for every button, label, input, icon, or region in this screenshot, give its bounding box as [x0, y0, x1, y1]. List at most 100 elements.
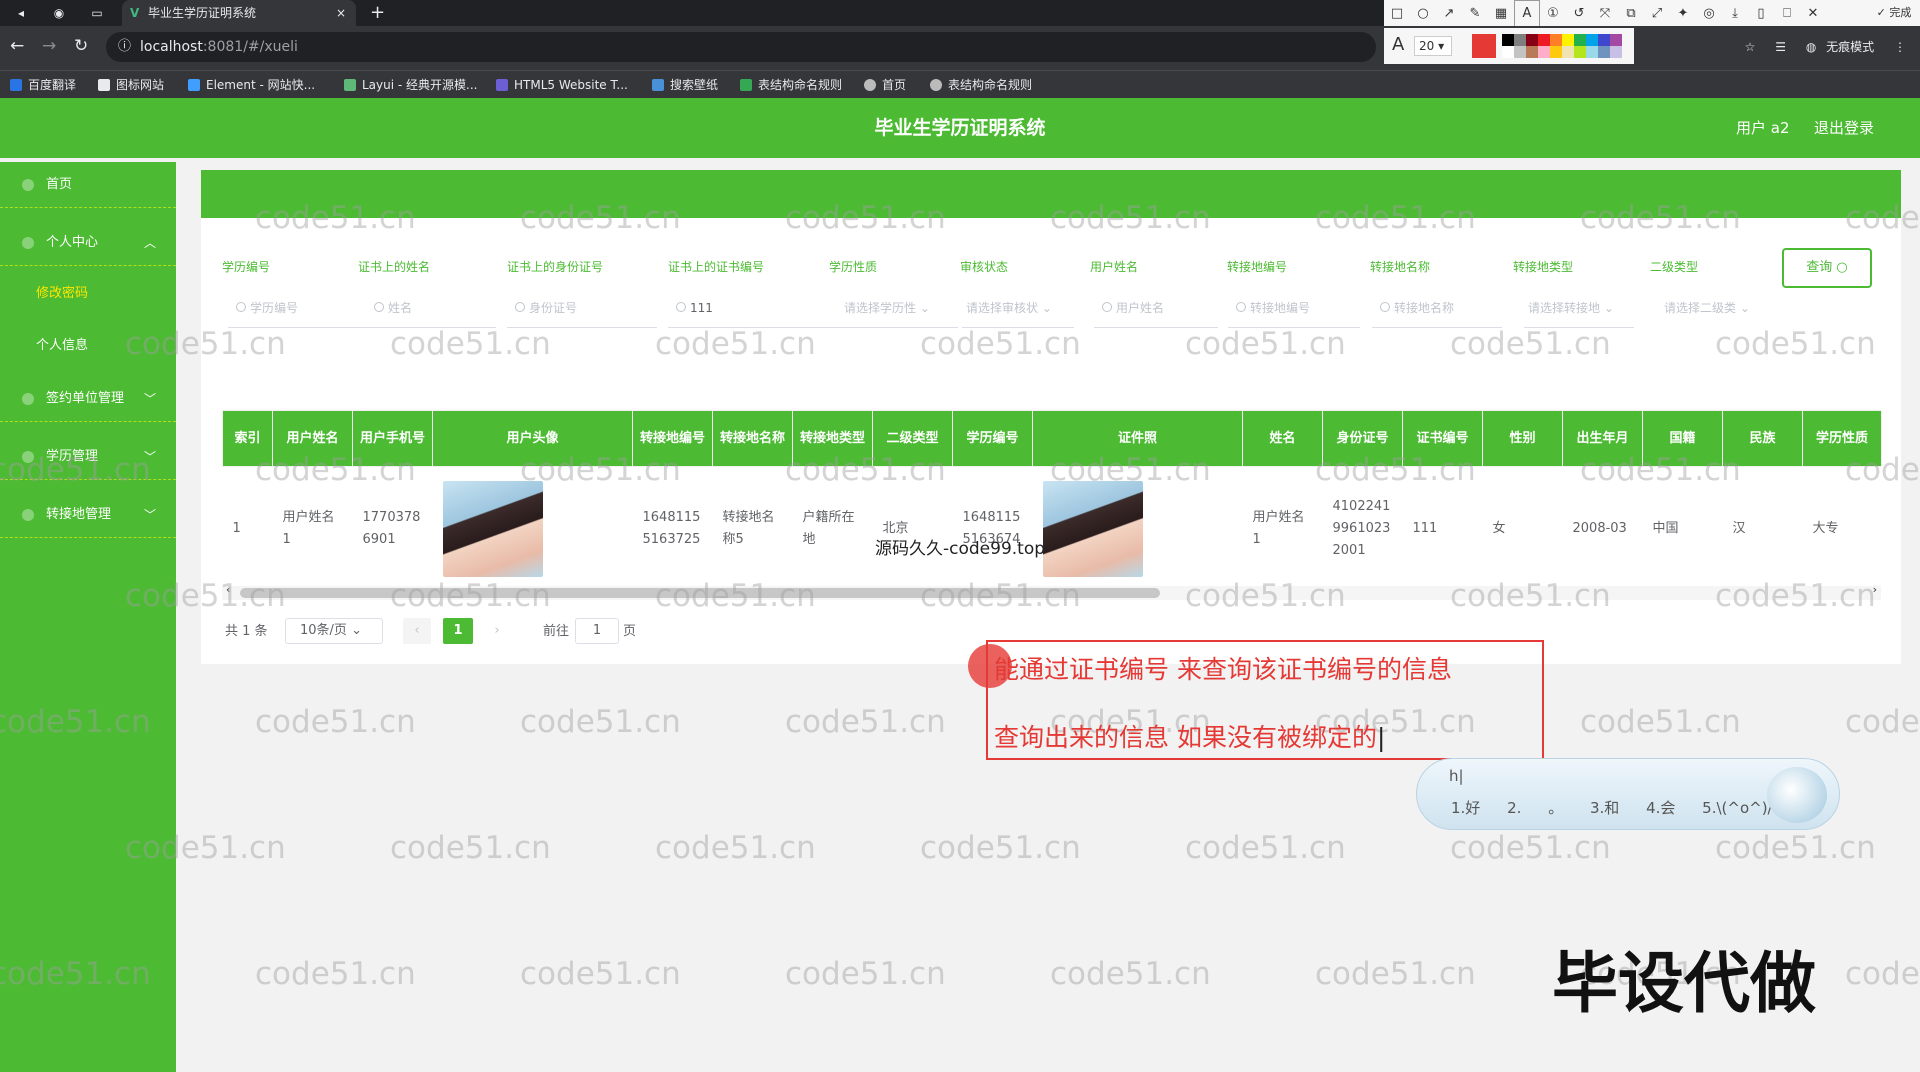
site-info-icon[interactable]: ⓘ	[118, 32, 131, 62]
number-tool-icon[interactable]: ①	[1540, 1, 1566, 27]
transfer-no-input[interactable]: 转接地编号	[1228, 294, 1360, 328]
col-header[interactable]: 用户头像	[432, 410, 633, 467]
color-swatch[interactable]	[1526, 46, 1538, 58]
col-header[interactable]: 二级类型	[872, 410, 953, 467]
audio-icon[interactable]: ◂	[12, 4, 30, 22]
sidebar-item-change-password[interactable]: 修改密码	[36, 274, 176, 314]
crop-icon[interactable]: ⤧	[1592, 1, 1618, 27]
bookmark-1[interactable]: 图标网站	[98, 71, 164, 99]
cert-id-input[interactable]: 身份证号	[507, 294, 657, 328]
prev-page-button[interactable]: ‹	[403, 618, 431, 644]
color-swatch[interactable]	[1610, 46, 1622, 58]
color-swatch[interactable]	[1502, 34, 1514, 46]
col-header[interactable]: 国籍	[1642, 410, 1723, 467]
done-button[interactable]: ✓ 完成	[1872, 0, 1916, 26]
ime-candidate[interactable]: 5.\(^o^)/	[1702, 799, 1772, 817]
color-swatch[interactable]	[1502, 46, 1514, 58]
col-header[interactable]: 用户姓名	[272, 410, 353, 467]
undo-icon[interactable]: ↺	[1566, 1, 1592, 27]
col-header[interactable]: 性别	[1482, 410, 1563, 467]
sidebar-item-home[interactable]: 首页	[0, 162, 176, 208]
user-avatar-image[interactable]	[442, 480, 543, 577]
bookmark-2[interactable]: Element - 网站快...	[188, 71, 315, 99]
phone-icon[interactable]: ▯	[1748, 1, 1774, 27]
new-tab-button[interactable]: +	[370, 0, 385, 26]
sidebar-item-signing[interactable]: 签约单位管理 ﹀	[0, 376, 176, 422]
col-header[interactable]: 出生年月	[1562, 410, 1643, 467]
color-swatch[interactable]	[1586, 34, 1598, 46]
col-header[interactable]: 转接地名称	[712, 410, 793, 467]
color-swatch[interactable]	[1514, 46, 1526, 58]
arrow-tool-icon[interactable]: ↗	[1436, 1, 1462, 27]
color-swatch[interactable]	[1562, 46, 1574, 58]
audit-select[interactable]: 请选择审核状 ⌄	[962, 294, 1074, 328]
id-photo-image[interactable]	[1042, 480, 1143, 577]
bookmark-7[interactable]: 首页	[864, 71, 906, 99]
next-page-button[interactable]: ›	[483, 618, 511, 644]
pin-icon[interactable]: ✦	[1670, 1, 1696, 27]
current-color-swatch[interactable]	[1472, 34, 1496, 58]
color-swatch[interactable]	[1586, 46, 1598, 58]
col-header[interactable]: 姓名	[1242, 410, 1323, 467]
col-header[interactable]: 证件照	[1032, 410, 1243, 467]
menu-icon[interactable]: ⋮	[1894, 40, 1906, 54]
ellipse-tool-icon[interactable]: ○	[1410, 1, 1436, 27]
col-header[interactable]: 用户手机号	[352, 410, 433, 467]
sidebar-item-transfer[interactable]: 转接地管理 ﹀	[0, 492, 176, 538]
copy-icon[interactable]: ⧉	[1618, 1, 1644, 27]
col-header[interactable]: 学历性质	[1802, 410, 1882, 467]
bookmark-3[interactable]: Layui - 经典开源模...	[344, 71, 477, 99]
sidebar-item-personal[interactable]: 个人中心 ︿	[0, 220, 176, 266]
cancel-icon[interactable]: ✕	[1800, 1, 1826, 27]
window-icon[interactable]: ▭	[88, 4, 106, 22]
bookmark-5[interactable]: 搜索壁纸	[652, 71, 718, 99]
sidebar-item-education[interactable]: 学历管理 ﹀	[0, 434, 176, 480]
ime-candidate[interactable]: 2.	[1507, 799, 1521, 817]
color-swatch[interactable]	[1598, 46, 1610, 58]
color-swatch[interactable]	[1598, 34, 1610, 46]
record-icon[interactable]: ◎	[1696, 1, 1722, 27]
col-header[interactable]: 民族	[1722, 410, 1803, 467]
col-header[interactable]: 转接地类型	[792, 410, 873, 467]
sidebar-item-profile[interactable]: 个人信息	[36, 326, 176, 366]
edu-type-select[interactable]: 请选择学历性 ⌄	[840, 294, 946, 328]
bookmark-4[interactable]: HTML5 Website T...	[496, 71, 628, 99]
page-size-select[interactable]: 10条/页 ⌄	[285, 618, 383, 644]
forward-icon[interactable]: →	[42, 36, 56, 56]
scrollbar-thumb[interactable]	[240, 588, 1160, 598]
download-icon[interactable]: ⤓	[1722, 1, 1748, 27]
color-swatch[interactable]	[1574, 34, 1586, 46]
cert-name-input[interactable]: 姓名	[366, 294, 496, 328]
font-size-select[interactable]: 20 ▾	[1414, 36, 1452, 56]
col-header[interactable]: 身份证号	[1322, 410, 1403, 467]
resize-icon[interactable]: ⤢	[1644, 1, 1670, 27]
user-name-input[interactable]: 用户姓名	[1094, 294, 1218, 328]
goto-page-input[interactable]: 1	[575, 618, 619, 644]
ime-candidate[interactable]: 1.好	[1451, 799, 1480, 817]
bookmark-icon[interactable]: ⎕	[1774, 1, 1800, 27]
transfer-name-input[interactable]: 转接地名称	[1372, 294, 1502, 328]
bookmark-0[interactable]: 百度翻译	[10, 71, 76, 99]
col-header[interactable]: 转接地编号	[632, 410, 713, 467]
incognito-label[interactable]: 无痕模式	[1826, 40, 1874, 54]
star-icon[interactable]: ☆	[1745, 40, 1756, 54]
col-header[interactable]: 学历编号	[952, 410, 1033, 467]
bookmark-8[interactable]: 表结构命名规则	[930, 71, 1032, 99]
close-tab-icon[interactable]: ×	[336, 0, 346, 26]
mosaic-tool-icon[interactable]: ▦	[1488, 1, 1514, 27]
logout-link[interactable]: 退出登录	[1814, 98, 1874, 158]
tab-active[interactable]: V 毕业生学历证明系统 ×	[122, 0, 356, 26]
back-icon[interactable]: ←	[10, 36, 24, 56]
page-1-button[interactable]: 1	[443, 618, 473, 644]
url-field[interactable]: ⓘ localhost:8081/#/xueli	[106, 32, 1376, 62]
table-row[interactable]: 1 用户姓名1 17703786901 16481155163725 转接地名称…	[222, 466, 1882, 591]
color-swatch[interactable]	[1538, 46, 1550, 58]
color-swatch[interactable]	[1526, 34, 1538, 46]
app-icon[interactable]: ◉	[50, 4, 68, 22]
reload-icon[interactable]: ↻	[74, 36, 88, 56]
ime-candidate[interactable]: 。	[1548, 799, 1563, 817]
text-tool-icon[interactable]: A	[1514, 0, 1540, 28]
color-swatch[interactable]	[1562, 34, 1574, 46]
second-type-select[interactable]: 请选择二级类 ⌄	[1660, 294, 1770, 328]
color-palette[interactable]	[1502, 34, 1626, 58]
